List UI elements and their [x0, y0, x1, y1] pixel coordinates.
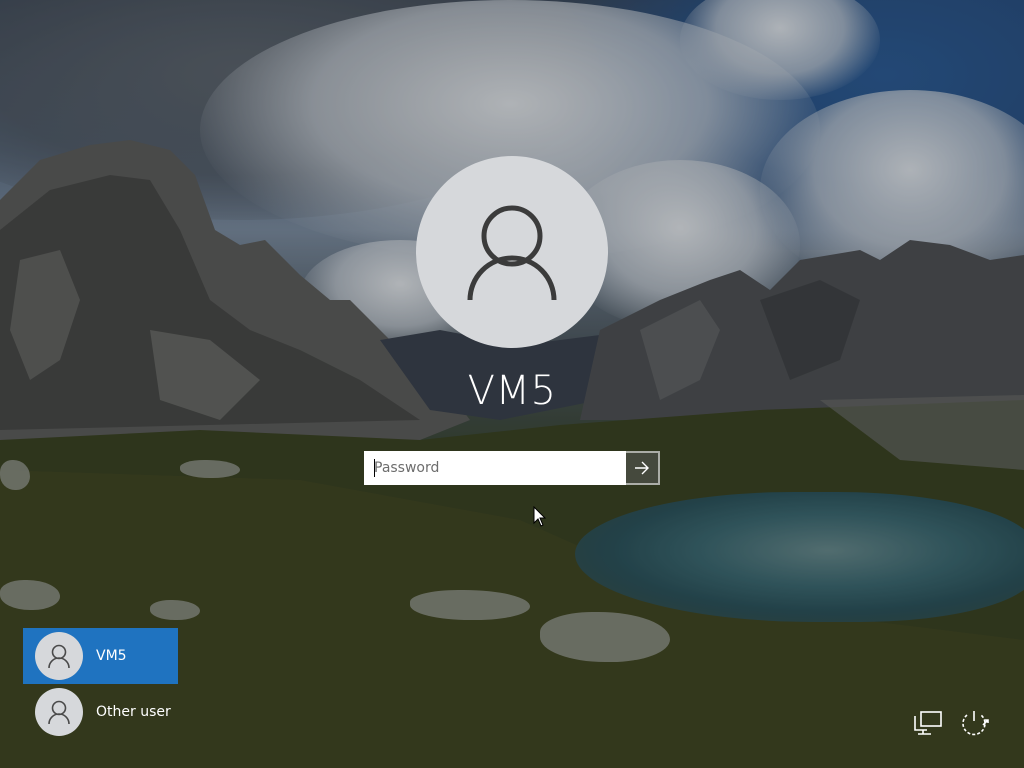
network-icon: [914, 711, 942, 735]
password-box: [364, 451, 660, 485]
power-icon: [962, 711, 989, 736]
person-icon: [48, 644, 70, 669]
user-list: VM5 Other user: [23, 628, 179, 740]
password-input[interactable]: [364, 451, 626, 485]
submit-button[interactable]: [626, 451, 660, 485]
user-tile-other-user[interactable]: Other user: [23, 684, 178, 740]
lock-screen: VM5 VM5 Other user: [0, 0, 1024, 768]
text-caret: [374, 459, 375, 477]
user-tile-label: Other user: [96, 704, 171, 720]
account-name: VM5: [467, 368, 557, 414]
power-button[interactable]: [957, 706, 991, 740]
user-tile-label: VM5: [96, 648, 127, 664]
mouse-pointer-icon: [533, 506, 547, 527]
user-avatar-small: [35, 688, 83, 736]
person-icon: [467, 205, 557, 301]
person-icon: [48, 700, 70, 725]
user-avatar-small: [35, 632, 83, 680]
user-tile-vm5[interactable]: VM5: [23, 628, 178, 684]
network-button[interactable]: [910, 706, 944, 740]
user-avatar: [416, 156, 608, 348]
arrow-right-icon: [635, 461, 649, 475]
